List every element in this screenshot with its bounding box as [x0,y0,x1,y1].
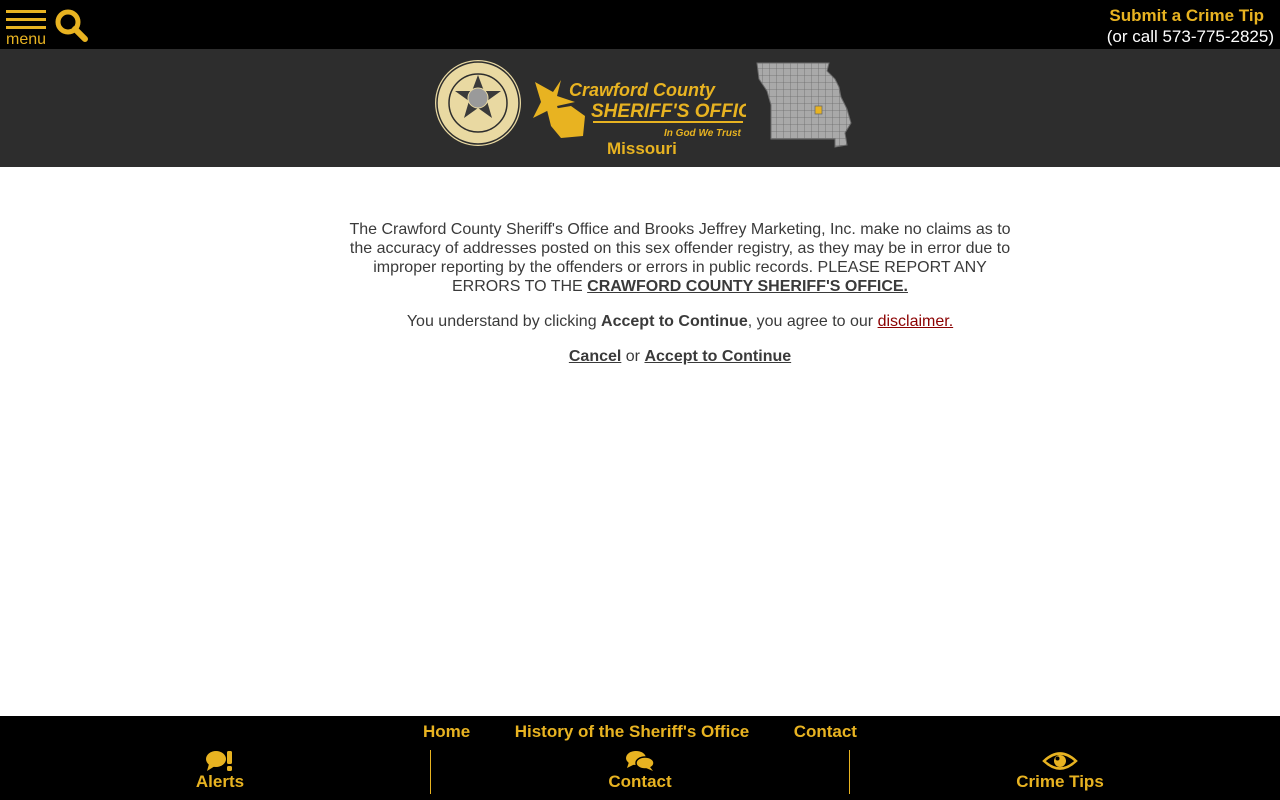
tab-crime-tips[interactable]: Crime Tips [850,750,1270,794]
tip-phone-number[interactable]: (or call 573-775-2825) [1107,26,1274,48]
actions-row: Cancel or Accept to Continue [340,347,1020,366]
sheriffs-office-logo: Crawford County SHERIFF'S OFFICE In God … [533,80,746,139]
disclaimer-content: The Crawford County Sheriff's Office and… [340,220,1020,382]
logo-motto: In God We Trust [664,128,742,139]
missouri-map-icon [756,62,852,148]
crime-tip-area: Submit a Crime Tip (or call 573-775-2825… [1107,6,1274,48]
cancel-link[interactable]: Cancel [569,348,621,365]
notice-paragraph: The Crawford County Sheriff's Office and… [340,220,1020,296]
state-label: Missouri [607,139,677,158]
top-bar: menu Submit a Crime Tip (or call 573-775… [0,0,1280,49]
search-button[interactable] [55,9,89,43]
footer-nav-home[interactable]: Home [423,722,470,742]
logo-line1: Crawford County [569,80,716,100]
footer-nav-history[interactable]: History of the Sheriff's Office [515,722,750,742]
accept-emphasis: Accept to Continue [601,313,748,330]
sheriffs-office-link[interactable]: CRAWFORD COUNTY SHERIFF'S OFFICE. [587,278,908,295]
hamburger-icon [6,10,46,13]
footer-nav: Home History of the Sheriff's Office Con… [0,722,1280,742]
chat-bubbles-icon [626,751,655,771]
sheriff-seal-icon [435,60,521,146]
footer-nav-contact[interactable]: Contact [794,722,857,742]
tab-alerts[interactable]: Alerts [10,750,430,794]
footer-tabs: Alerts Contact Crime Tips [0,750,1280,794]
menu-label: menu [6,31,47,48]
menu-button[interactable]: menu [6,10,48,48]
alert-bubble-icon [206,751,232,771]
agreement-paragraph: You understand by clicking Accept to Con… [406,313,954,330]
submit-crime-tip-link[interactable]: Submit a Crime Tip [1107,6,1274,26]
tab-contact[interactable]: Contact [430,750,850,794]
site-header: Crawford County SHERIFF'S OFFICE In God … [0,49,1280,167]
disclaimer-link[interactable]: disclaimer. [878,313,954,330]
or-text: or [625,348,641,365]
eye-icon [1042,752,1078,770]
logo-line2: SHERIFF'S OFFICE [591,101,746,122]
site-footer: Home History of the Sheriff's Office Con… [0,716,1280,800]
search-icon [55,9,88,42]
accept-to-continue-link[interactable]: Accept to Continue [644,348,791,365]
